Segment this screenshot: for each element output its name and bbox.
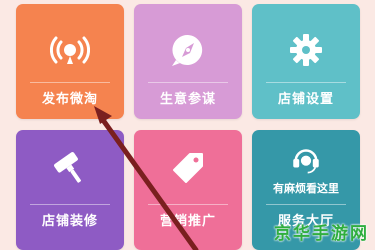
- tile-publish-weitao[interactable]: 发布微淘: [16, 4, 124, 119]
- brush-icon: [54, 152, 81, 183]
- tile-label-publish-weitao: 发布微淘: [41, 92, 98, 107]
- service-hall-subtext: 有麻烦看这里: [273, 182, 339, 195]
- tile-label-shop-decoration: 店铺装修: [41, 214, 98, 229]
- headset-icon: [293, 149, 319, 174]
- tile-divider: [30, 82, 110, 83]
- tag-icon: [173, 153, 203, 183]
- site-watermark: 京华手游网: [274, 224, 369, 244]
- tile-divider: [266, 204, 346, 205]
- tile-divider: [148, 204, 228, 205]
- compass-icon: [172, 34, 203, 66]
- tile-label-business-advisor: 生意参谋: [159, 92, 216, 107]
- gear-icon: [290, 34, 322, 66]
- tile-divider: [30, 204, 110, 205]
- tile-business-advisor[interactable]: 生意参谋: [134, 4, 242, 119]
- tile-divider: [148, 82, 228, 83]
- tile-shop-settings[interactable]: 店铺设置: [252, 4, 360, 119]
- broadcast-icon: [50, 36, 90, 64]
- tile-shop-decoration[interactable]: 店铺装修: [16, 130, 124, 250]
- tile-divider: [266, 82, 346, 83]
- tile-marketing[interactable]: 营销推广: [134, 130, 242, 250]
- tile-label-shop-settings: 店铺设置: [277, 92, 334, 107]
- tile-label-marketing: 营销推广: [159, 214, 216, 229]
